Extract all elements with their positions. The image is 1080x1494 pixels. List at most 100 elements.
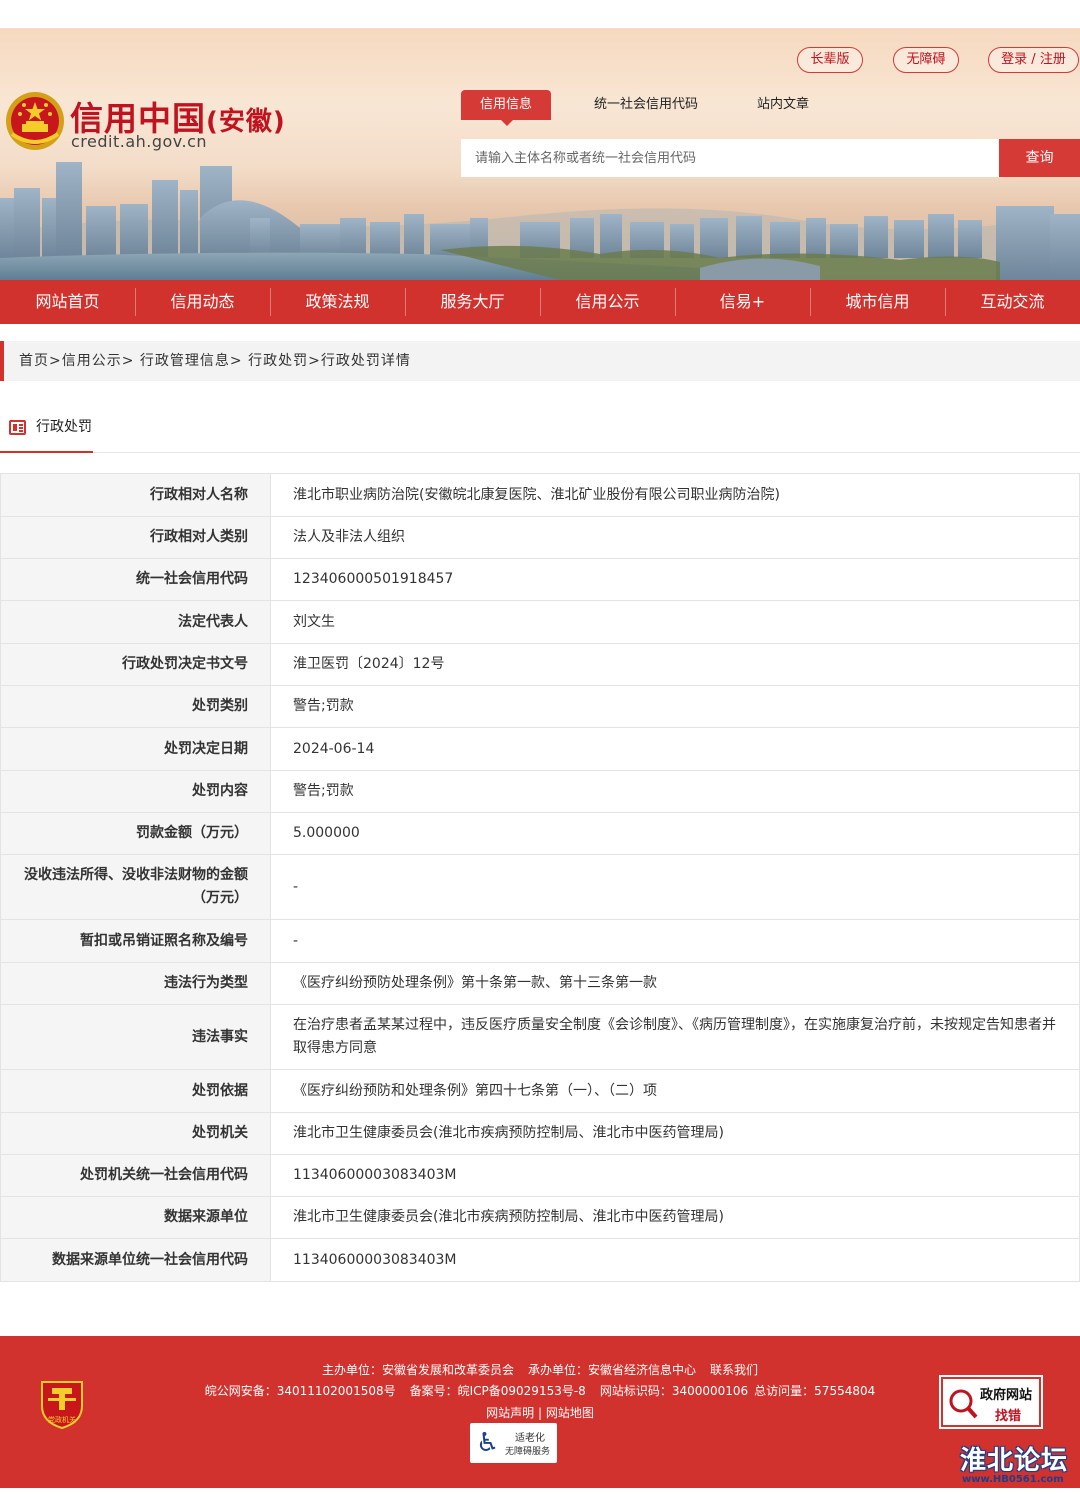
table-row: 处罚类别 警告;罚款: [0, 685, 1080, 728]
nav-credit-news[interactable]: 信用动态: [135, 280, 270, 324]
elder-accessibility-badge[interactable]: ♿ 适老化 无障碍服务: [470, 1423, 557, 1463]
tab-credit-code[interactable]: 统一社会信用代码: [594, 90, 698, 120]
table-row: 处罚决定日期 2024-06-14: [0, 727, 1080, 771]
table-row: 暂扣或吊销证照名称及编号 -: [0, 919, 1080, 963]
field-value: 刘文生: [270, 600, 1080, 644]
field-value: 2024-06-14: [270, 727, 1080, 771]
section-header: 行政处罚: [0, 408, 1080, 453]
field-value: 警告;罚款: [270, 770, 1080, 813]
table-row: 违法事实 在治疗患者孟某某过程中，违反医疗质量安全制度《会诊制度》、《病历管理制度…: [0, 1004, 1080, 1070]
footer-organizers: 主办单位：安徽省发展和改革委员会 承办单位：安徽省经济信息中心 联系我们: [0, 1361, 1080, 1378]
site-header: 信用中国(安徽) credit.ah.gov.cn 长辈版 无障碍 登录 / 注…: [0, 28, 1080, 280]
watermark-url: www.HB0561.com: [962, 1474, 1064, 1485]
field-value: 淮卫医罚〔2024〕12号: [270, 643, 1080, 686]
elder-mode-button[interactable]: 长辈版: [797, 47, 863, 73]
footer-undertake: 承办单位：安徽省经济信息中心: [527, 1363, 696, 1377]
field-label: 行政相对人名称: [0, 473, 271, 517]
document-icon: [9, 420, 26, 435]
site-footer: 党政机关 主办单位：安徽省发展和改革委员会 承办单位：安徽省经济信息中心 联系我们 …: [0, 1336, 1080, 1488]
search-input[interactable]: [461, 139, 1001, 177]
field-label: 处罚依据: [0, 1069, 271, 1113]
table-row: 法定代表人 刘文生: [0, 600, 1080, 644]
field-label: 行政相对人类别: [0, 516, 271, 559]
field-value: 5.000000: [270, 812, 1080, 855]
field-value: -: [270, 854, 1080, 920]
field-label: 违法行为类型: [0, 962, 271, 1005]
field-label: 没收违法所得、没收非法财物的金额（万元）: [0, 854, 271, 920]
field-value: 法人及非法人组织: [270, 516, 1080, 559]
forum-watermark: 淮北论坛 www.HB0561.com: [956, 1440, 1078, 1490]
main-nav: 网站首页 信用动态 政策法规 服务大厅 信用公示 信易+ 城市信用 互动交流: [0, 280, 1080, 324]
field-label: 处罚机关统一社会信用代码: [0, 1154, 271, 1197]
nav-xinyi-plus[interactable]: 信易+: [675, 280, 810, 324]
field-value: 在治疗患者孟某某过程中，违反医疗质量安全制度《会诊制度》、《病历管理制度》，在实…: [270, 1004, 1080, 1070]
nav-city-credit[interactable]: 城市信用: [810, 280, 945, 324]
field-label: 罚款金额（万元）: [0, 812, 271, 855]
table-row: 处罚机关统一社会信用代码 11340600003083403M: [0, 1154, 1080, 1197]
field-label: 处罚内容: [0, 770, 271, 813]
footer-statement-link[interactable]: 网站声明: [486, 1406, 534, 1420]
table-row: 行政相对人类别 法人及非法人组织: [0, 516, 1080, 559]
national-emblem-icon: [6, 92, 64, 150]
accessibility-button[interactable]: 无障碍: [893, 47, 959, 73]
tab-site-articles[interactable]: 站内文章: [757, 90, 809, 120]
field-label: 处罚决定日期: [0, 727, 271, 771]
nav-credit-publicity[interactable]: 信用公示: [540, 280, 675, 324]
footer-sitemap-link[interactable]: 网站地图: [546, 1406, 594, 1420]
field-value: 淮北市职业病防治院(安徽皖北康复医院、淮北矿业股份有限公司职业病防治院): [270, 473, 1080, 517]
penalty-detail-table: 行政相对人名称 淮北市职业病防治院(安徽皖北康复医院、淮北矿业股份有限公司职业病防…: [0, 473, 1080, 1282]
table-row: 统一社会信用代码 123406000501918457: [0, 558, 1080, 601]
breadcrumb: 首页>信用公示> 行政管理信息> 行政处罚>行政处罚详情: [0, 341, 1080, 381]
gov-site-error-report-badge[interactable]: 政府网站 找错: [939, 1375, 1043, 1429]
table-row: 行政相对人名称 淮北市职业病防治院(安徽皖北康复医院、淮北矿业股份有限公司职业病防…: [0, 473, 1080, 517]
field-value: 淮北市卫生健康委员会(淮北市疾病预防控制局、淮北市中医药管理局): [270, 1112, 1080, 1155]
footer-records: 皖公网安备：34011102001508号 备案号：皖ICP备09029153号-…: [0, 1382, 1080, 1399]
section-title: 行政处罚: [36, 419, 92, 435]
field-label: 数据来源单位统一社会信用代码: [0, 1238, 271, 1282]
footer-site-id: 网站标识码：3400000106: [599, 1384, 749, 1398]
magnifier-icon: [949, 1389, 978, 1419]
table-row: 没收违法所得、没收非法财物的金额（万元） -: [0, 854, 1080, 920]
field-label: 统一社会信用代码: [0, 558, 271, 601]
field-label: 法定代表人: [0, 600, 271, 644]
footer-contact-link[interactable]: 联系我们: [710, 1363, 758, 1377]
table-row: 处罚内容 警告;罚款: [0, 770, 1080, 813]
field-label: 违法事实: [0, 1004, 271, 1070]
table-row: 违法行为类型 《医疗纠纷预防处理条例》第十条第一款、第十三条第一款: [0, 962, 1080, 1005]
logo-region-text: 安徽: [218, 107, 273, 137]
field-label: 行政处罚决定书文号: [0, 643, 271, 686]
wheelchair-icon: ♿: [476, 1428, 500, 1458]
footer-visits: 总访问量：57554804: [754, 1384, 876, 1398]
section-underline: [0, 451, 93, 453]
table-row: 罚款金额（万元） 5.000000: [0, 812, 1080, 855]
watermark-title: 淮北论坛: [960, 1446, 1069, 1476]
table-row: 处罚依据 《医疗纠纷预防和处理条例》第四十七条第（一）、（二）项: [0, 1069, 1080, 1113]
field-label: 暂扣或吊销证照名称及编号: [0, 919, 271, 963]
footer-icp[interactable]: 备案号：皖ICP备09029153号-8: [410, 1384, 586, 1398]
field-value: 123406000501918457: [270, 558, 1080, 601]
field-value: 《医疗纠纷预防和处理条例》第四十七条第（一）、（二）项: [270, 1069, 1080, 1113]
breadcrumb-text[interactable]: 首页>信用公示> 行政管理信息> 行政处罚>行政处罚详情: [19, 341, 411, 381]
tab-credit-info[interactable]: 信用信息: [461, 90, 551, 126]
field-label: 处罚机关: [0, 1112, 271, 1155]
field-value: 警告;罚款: [270, 685, 1080, 728]
field-value: 淮北市卫生健康委员会(淮北市疾病预防控制局、淮北市中医药管理局): [270, 1196, 1080, 1239]
field-value: 11340600003083403M: [270, 1154, 1080, 1197]
table-row: 行政处罚决定书文号 淮卫医罚〔2024〕12号: [0, 643, 1080, 686]
field-value: 11340600003083403M: [270, 1238, 1080, 1282]
field-value: -: [270, 919, 1080, 963]
login-register-button[interactable]: 登录 / 注册: [988, 47, 1079, 73]
field-value: 《医疗纠纷预防处理条例》第十条第一款、第十三条第一款: [270, 962, 1080, 1005]
nav-interaction[interactable]: 互动交流: [945, 280, 1080, 324]
nav-service-hall[interactable]: 服务大厅: [405, 280, 540, 324]
logo-domain: credit.ah.gov.cn: [71, 132, 208, 151]
table-row: 数据来源单位 淮北市卫生健康委员会(淮北市疾病预防控制局、淮北市中医药管理局): [0, 1196, 1080, 1239]
footer-host: 主办单位：安徽省发展和改革委员会: [321, 1363, 514, 1377]
table-row: 数据来源单位统一社会信用代码 11340600003083403M: [0, 1238, 1080, 1282]
field-label: 处罚类别: [0, 685, 271, 728]
nav-policy[interactable]: 政策法规: [270, 280, 405, 324]
nav-home[interactable]: 网站首页: [0, 280, 135, 324]
search-button[interactable]: 查询: [999, 139, 1080, 177]
table-row: 处罚机关 淮北市卫生健康委员会(淮北市疾病预防控制局、淮北市中医药管理局): [0, 1112, 1080, 1155]
footer-police-record[interactable]: 皖公网安备：34011102001508号: [205, 1384, 396, 1398]
